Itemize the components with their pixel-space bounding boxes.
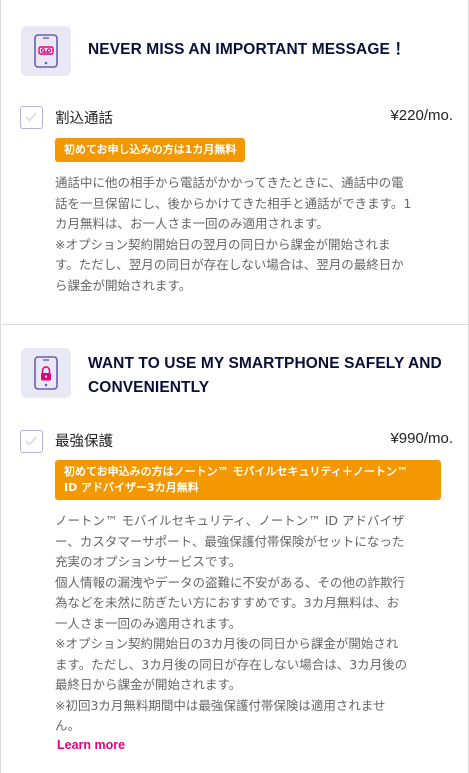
- description-line: ます。ただし、3カ月後の同日が存在しない場合は、3カ月後の: [55, 656, 408, 672]
- description-line: ※オプション契約開始日の3カ月後の同日から課金が開始され: [55, 636, 399, 651]
- option-section-call-waiting: NEVER MISS AN IMPORTANT MESSAGE ！ 割込通話 ¥…: [2, 0, 469, 325]
- call-waiting-checkbox[interactable]: [20, 106, 43, 129]
- description-line: ん。: [55, 718, 81, 733]
- section-title: NEVER MISS AN IMPORTANT MESSAGE ！: [88, 41, 410, 58]
- option-description: ノートン™ モバイルセキュリティ、ノートン™ ID アドバイザ ー、カスタマーサ…: [55, 511, 455, 737]
- description-line: ※オプション契約開始日の翌月の同日から課金が開始されま: [55, 236, 391, 252]
- description-line: ノートン™ モバイルセキュリティ、ノートン™ ID アドバイザ: [55, 513, 405, 528]
- promo-badge-line: ID アドバイザー3カ月無料: [64, 481, 199, 494]
- option-label: 割込通話: [55, 111, 113, 127]
- section-title-line: WANT TO USE MY SMARTPHONE SAFELY AND: [88, 355, 442, 372]
- description-line: ー、カスタマーサポート、最強保護付帯保険がセットになった: [55, 533, 405, 549]
- learn-more-link[interactable]: Learn more: [57, 738, 125, 752]
- max-protection-checkbox[interactable]: [20, 430, 43, 453]
- section-title: WANT TO USE MY SMARTPHONE SAFELY AND CON…: [88, 352, 448, 400]
- description-line: カ月無料は、お一人さま一回のみ適用されます。: [55, 216, 329, 231]
- section-title-line: CONVENIENTLY: [88, 379, 210, 396]
- option-label: 最強保護: [55, 434, 113, 450]
- promo-badge: 初めてお申し込みの方は1カ月無料: [55, 138, 246, 162]
- phone-voicemail-icon: [21, 26, 71, 76]
- options-panel: NEVER MISS AN IMPORTANT MESSAGE ！ 割込通話 ¥…: [0, 0, 469, 773]
- description-line: 話を一旦保留にし、後からかけてきた相手と通話ができます。1: [55, 195, 412, 211]
- option-price: ¥220/mo.: [390, 107, 453, 124]
- promo-badge: 初めてお申込みの方はノートン™ モバイルセキュリティ＋ノートン™ ID アドバイ…: [55, 460, 441, 500]
- description-line: 個人情報の漏洩やデータの盗難に不安がある、その他の詐欺行: [55, 574, 406, 590]
- description-line: 通話中に他の相手から電話がかかってきたときに、通話中の電: [55, 175, 404, 190]
- description-line: ら課金が開始されます。: [55, 277, 192, 293]
- description-line: ※初回3カ月無料期間中は最強保護付帯保険は適用されませ: [55, 697, 386, 713]
- description-line: 一人さま一回のみ適用されます。: [55, 615, 242, 631]
- check-icon: [25, 436, 37, 446]
- phone-lock-icon: [21, 348, 71, 398]
- option-price: ¥990/mo.: [390, 430, 453, 447]
- description-line: 充実のオプションサービスです。: [55, 554, 242, 569]
- description-line: 最終日から課金が開始されます。: [55, 677, 242, 692]
- description-line: す。ただし、翌月の同日が存在しない場合は、翌月の最終日か: [55, 257, 404, 272]
- promo-badge-line: 初めてお申込みの方はノートン™ モバイルセキュリティ＋ノートン™: [64, 465, 408, 478]
- option-description: 通話中に他の相手から電話がかかってきたときに、通話中の電 話を一旦保留にし、後か…: [55, 173, 455, 296]
- check-icon: [25, 112, 37, 122]
- option-section-max-protection: WANT TO USE MY SMARTPHONE SAFELY AND CON…: [2, 326, 469, 773]
- description-line: 為などを未然に防ぎたい方におすすめです。3カ月無料は、お: [55, 595, 400, 610]
